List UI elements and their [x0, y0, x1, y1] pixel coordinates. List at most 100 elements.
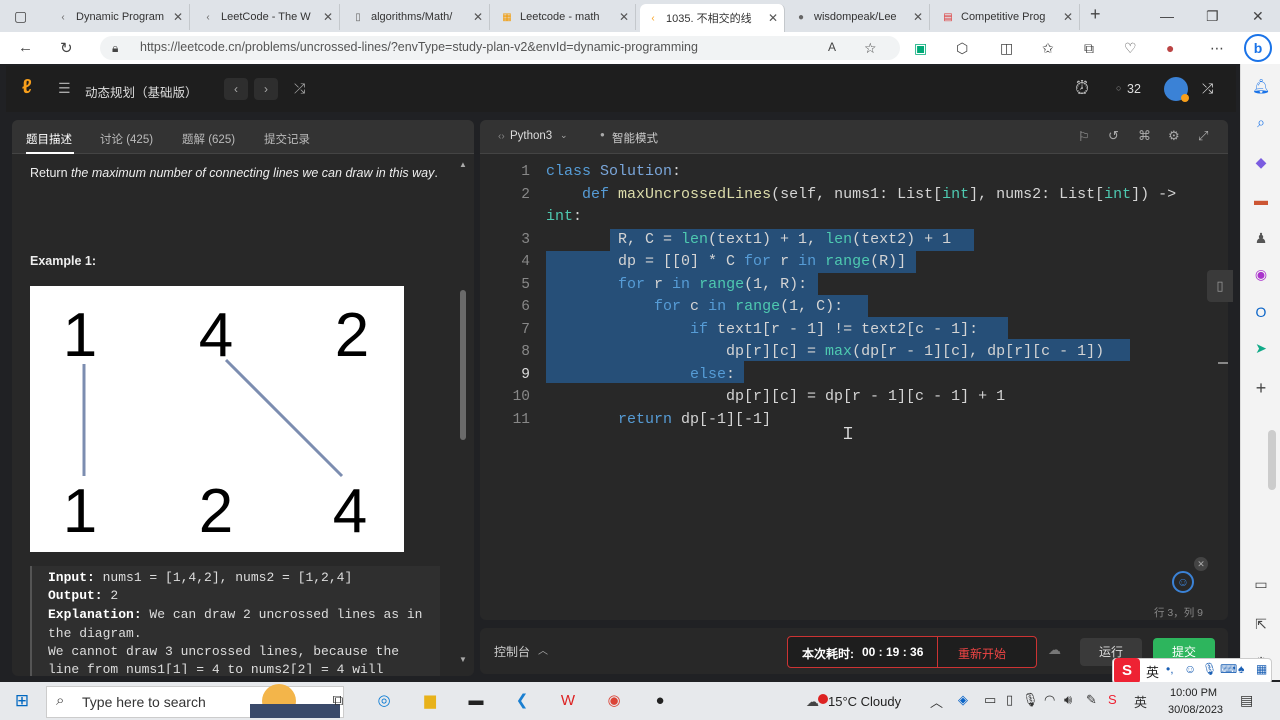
pen-icon[interactable]: ✎: [1086, 692, 1097, 708]
tab-discussion[interactable]: 讨论 (425): [100, 131, 153, 147]
notification-center-icon[interactable]: ▤: [1240, 692, 1253, 709]
wifi-icon[interactable]: ◠: [1044, 692, 1055, 708]
send-icon[interactable]: ➤: [1251, 338, 1271, 358]
code-line[interactable]: class Solution:: [546, 163, 681, 180]
description-scrollbar[interactable]: [460, 290, 466, 440]
language-select[interactable]: Python3: [510, 130, 552, 142]
external-link-icon[interactable]: ⇱: [1251, 614, 1271, 634]
task-view-icon[interactable]: ⧉: [326, 690, 350, 712]
notes-side-button[interactable]: ▯: [1207, 270, 1233, 302]
collections-icon[interactable]: ⧉: [1084, 40, 1094, 57]
windows-start-icon[interactable]: ⊞: [10, 690, 34, 712]
chevron-up-icon[interactable]: ︿: [930, 692, 943, 711]
code-line[interactable]: def maxUncrossedLines(self, nums1: List[…: [546, 186, 1176, 203]
sogou-logo[interactable]: S: [1114, 658, 1140, 684]
restart-button[interactable]: 重新开始: [958, 645, 1006, 662]
ime-mic-icon[interactable]: 🎙︎: [1202, 662, 1217, 676]
read-aloud-icon[interactable]: A: [828, 40, 836, 54]
split-screen-icon[interactable]: ◫: [1000, 40, 1013, 57]
close-icon[interactable]: ✕: [764, 11, 778, 25]
cloud-save-icon[interactable]: ☁: [1048, 642, 1061, 658]
maximize-icon[interactable]: ❐: [1206, 8, 1219, 25]
games-icon[interactable]: ♟: [1251, 228, 1271, 248]
code-line[interactable]: for r in range(1, R):: [546, 276, 807, 293]
outlook-icon[interactable]: O: [1251, 302, 1271, 322]
browser-tab[interactable]: ▯ algorithms/Math/ ✕: [345, 4, 490, 30]
browser-tab[interactable]: ‹ LeetCode - The W ✕: [195, 4, 340, 30]
bing-copilot-icon[interactable]: b: [1244, 34, 1272, 62]
ime-keyboard-icon[interactable]: ⌨: [1220, 662, 1237, 676]
browser-tab-active[interactable]: ‹ 1035. 不相交的线 ✕: [640, 4, 785, 32]
scroll-up-icon[interactable]: ▲: [459, 160, 467, 169]
clock-date[interactable]: 30/08/2023: [1168, 704, 1223, 716]
close-icon[interactable]: ✕: [909, 10, 923, 24]
tab-description[interactable]: 题目描述: [26, 131, 72, 147]
command-icon[interactable]: ⌘: [1138, 128, 1151, 144]
browser-tab[interactable]: ● wisdompeak/Lee ✕: [788, 4, 930, 30]
code-line[interactable]: if text1[r - 1] != text2[c - 1]:: [546, 321, 978, 338]
taskbar-search-placeholder[interactable]: Type here to search: [82, 694, 206, 710]
ime-mode-label[interactable]: 英: [1146, 662, 1159, 681]
browser-tab[interactable]: ‹ Dynamic Program ✕: [50, 4, 190, 30]
code-line[interactable]: int:: [546, 208, 582, 225]
prev-problem-button[interactable]: ‹: [224, 78, 248, 100]
back-icon[interactable]: ←: [18, 39, 33, 56]
shopping-tag-icon[interactable]: ◆: [1251, 152, 1271, 172]
file-explorer-icon[interactable]: ▆: [418, 690, 442, 712]
code-line[interactable]: dp = [[0] * C for r in range(R)]: [546, 253, 906, 270]
volume-icon[interactable]: 🔊︎: [1064, 692, 1072, 708]
favorites-icon[interactable]: ✩: [1042, 40, 1054, 57]
tab-solutions[interactable]: 题解 (625): [182, 131, 235, 147]
microphone-icon[interactable]: 🎙︎: [1022, 692, 1039, 708]
ime-tray-icon[interactable]: 英: [1134, 692, 1147, 711]
shuffle-icon[interactable]: ⤮: [1202, 80, 1213, 97]
notifications-bell-icon[interactable]: 🔔︎: [1251, 76, 1271, 96]
smart-mode-toggle[interactable]: 智能模式: [612, 130, 658, 146]
chrome-icon[interactable]: ◉: [602, 690, 626, 712]
settings-gear-icon[interactable]: ⚙: [1168, 128, 1180, 144]
network-icon[interactable]: ▭: [984, 692, 996, 708]
browser-tab[interactable]: ▤ Competitive Prog ✕: [935, 4, 1080, 30]
lock-icon[interactable]: 🔒︎: [112, 41, 118, 56]
tab-actions-icon[interactable]: ▢: [14, 8, 27, 25]
fullscreen-icon[interactable]: ⤢: [1198, 128, 1208, 144]
url-text[interactable]: https://leetcode.cn/problems/uncrossed-l…: [140, 40, 698, 54]
ime-shirt-icon[interactable]: ♠: [1238, 662, 1244, 676]
clock-time[interactable]: 10:00 PM: [1170, 687, 1217, 699]
menu-list-icon[interactable]: ☰: [58, 80, 71, 97]
bookmark-icon[interactable]: ⚐: [1078, 129, 1090, 145]
add-sidebar-app-icon[interactable]: +: [1251, 378, 1271, 398]
next-problem-button[interactable]: ›: [254, 78, 278, 100]
vscode-icon[interactable]: ❮: [510, 690, 534, 712]
office-icon[interactable]: ◉: [1251, 264, 1271, 284]
sogou-tray-icon[interactable]: S: [1108, 692, 1117, 707]
console-toggle[interactable]: 控制台: [494, 643, 530, 660]
code-line[interactable]: R, C = len(text1) + 1, len(text2) + 1: [546, 231, 951, 248]
feedback-smile-icon[interactable]: ☺: [1172, 571, 1194, 593]
code-line[interactable]: return dp[-1][-1]: [546, 411, 771, 428]
ime-emoji-icon[interactable]: ☺: [1184, 662, 1196, 676]
weather-text[interactable]: 15°C Cloudy: [828, 694, 901, 709]
code-line[interactable]: dp[r][c] = max(dp[r - 1][c], dp[r][c - 1…: [546, 343, 1104, 360]
battery-icon[interactable]: ▯: [1006, 692, 1013, 708]
close-icon[interactable]: ✕: [319, 10, 333, 24]
close-icon[interactable]: ✕: [169, 10, 183, 24]
close-icon[interactable]: ✕: [469, 10, 483, 24]
extension-icon[interactable]: ▣: [914, 40, 927, 57]
edge-browser-icon[interactable]: ◎: [372, 690, 396, 712]
refresh-icon[interactable]: ↻: [60, 39, 73, 57]
close-icon[interactable]: ✕: [615, 10, 629, 24]
reset-icon[interactable]: ↺: [1108, 128, 1119, 144]
close-window-icon[interactable]: ✕: [1252, 8, 1264, 25]
scroll-down-icon[interactable]: ▼: [459, 655, 467, 664]
favorite-star-icon[interactable]: ☆: [864, 40, 877, 57]
extensions-puzzle-icon[interactable]: ⬡: [956, 40, 968, 57]
terminal-icon[interactable]: ▬: [464, 690, 488, 712]
ime-grid-icon[interactable]: ▦: [1256, 662, 1267, 676]
ime-punct-icon[interactable]: •,: [1166, 662, 1174, 676]
code-line[interactable]: dp[r][c] = dp[r - 1][c - 1] + 1: [546, 388, 1005, 405]
sidebar-panel-icon[interactable]: ▭: [1251, 574, 1271, 594]
code-line[interactable]: else:: [546, 366, 735, 383]
close-icon[interactable]: ✕: [1059, 10, 1073, 24]
profile-avatar-icon[interactable]: ●: [1166, 40, 1174, 56]
